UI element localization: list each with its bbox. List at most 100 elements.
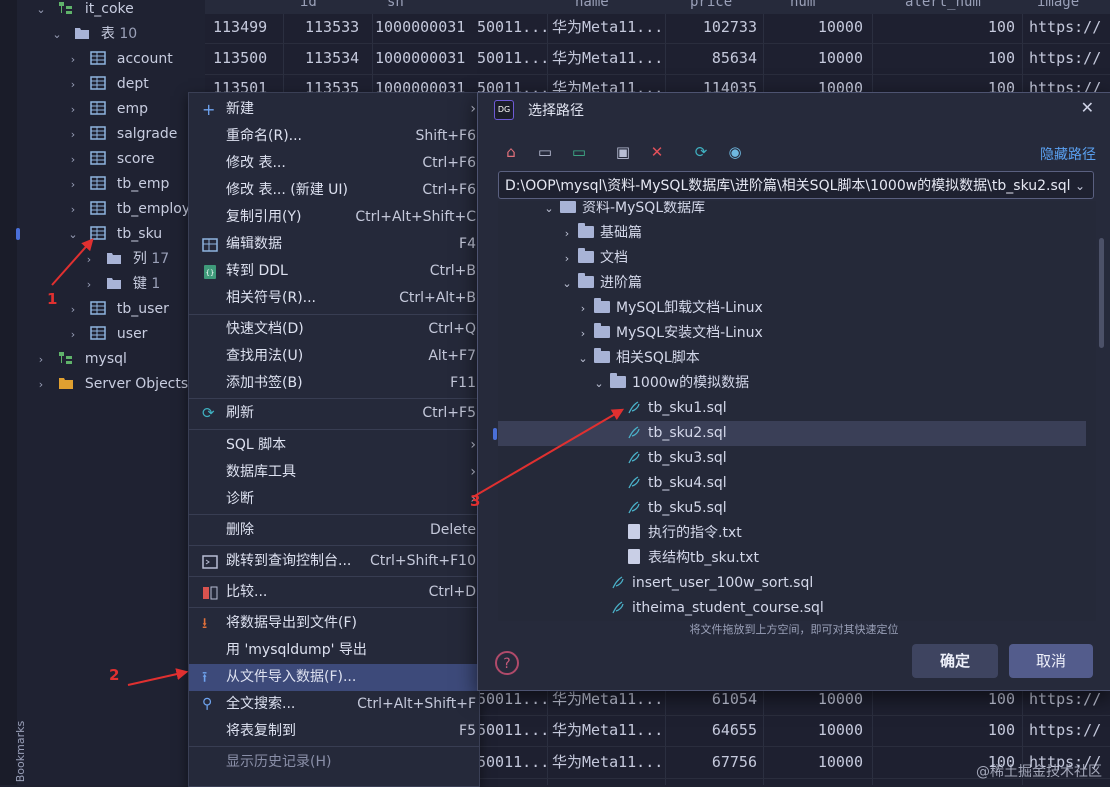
path-input[interactable]: D:\OOP\mysql\资料-MySQL数据库\进阶篇\相关SQL脚本\100… (498, 171, 1094, 199)
file-tree-file[interactable]: 表结构tb_sku.txt (626, 546, 759, 571)
column-header-sn[interactable]: sn (387, 0, 404, 10)
file-tree-file[interactable]: tb_sku1.sql (626, 396, 727, 421)
close-icon[interactable]: ✕ (1081, 98, 1094, 117)
console-icon (202, 555, 218, 569)
file-tree-file-selected[interactable]: tb_sku2.sql (498, 421, 1086, 446)
file-tree-folder[interactable]: ⌄ 相关SQL脚本 (576, 346, 700, 371)
file-tree-file[interactable]: 执行的指令.txt (626, 521, 742, 546)
menu-item-new[interactable]: + 新建 › (189, 96, 479, 123)
column-header-image[interactable]: image (1037, 0, 1079, 10)
file-tree-folder[interactable]: › 基础篇 (560, 221, 642, 246)
delete-icon[interactable]: ✕ (646, 141, 668, 163)
tree-node-label: salgrade (116, 126, 178, 142)
tree-node-it-coke[interactable]: ⌄ it_coke (34, 0, 133, 22)
hide-path-link[interactable]: 隐藏路径 (1040, 144, 1096, 164)
sql-file-icon (628, 426, 640, 439)
tree-node-columns[interactable]: › 列 17 (82, 247, 169, 272)
file-tree-folder[interactable]: › MySQL卸载文档-Linux (576, 296, 763, 321)
column-header-id[interactable]: id (300, 0, 317, 10)
help-button[interactable]: ? (495, 651, 519, 675)
tree-node-tb-employe[interactable]: › tb_employe (66, 197, 199, 222)
tree-node-tb-sku[interactable]: ⌄ tb_sku (66, 222, 162, 247)
file-tree-file[interactable]: itheima_student_course.sql (610, 596, 824, 621)
project-icon[interactable]: ▭ (568, 141, 590, 163)
menu-item-label: 重命名(R)... (226, 128, 303, 144)
folder-icon (578, 223, 594, 238)
menu-item-export-to-file[interactable]: ⭳ 将数据导出到文件(F) (189, 610, 479, 637)
grid-cell: https:// (1029, 721, 1102, 739)
refresh-icon[interactable]: ⟳ (690, 141, 712, 163)
chevron-down-icon[interactable]: ⌄ (1075, 172, 1085, 198)
column-header-num[interactable]: num (790, 0, 815, 10)
menu-item-import-from-file[interactable]: ⭱ 从文件导入数据(F)... (189, 664, 479, 691)
menu-item-sql-script[interactable]: SQL 脚本 › (189, 432, 479, 459)
menu-item-rename[interactable]: 重命名(R)... Shift+F6 (189, 123, 479, 150)
menu-item-shortcut: Ctrl+F6 (422, 182, 476, 198)
ok-button[interactable]: 确定 (912, 644, 998, 678)
grid-cell: 50011... (477, 753, 550, 771)
tree-node-tb-user[interactable]: › tb_user (66, 297, 169, 322)
tree-node-tables[interactable]: ⌄ 表 10 (50, 22, 137, 47)
file-tree-file[interactable]: tb_sku4.sql (626, 471, 727, 496)
tree-node-keys[interactable]: › 键 1 (82, 272, 160, 297)
file-tree-folder[interactable]: › 文档 (560, 246, 628, 271)
tree-node-emp[interactable]: › emp (66, 97, 148, 122)
tree-node-score[interactable]: › score (66, 147, 155, 172)
menu-item-modify-table-new-ui[interactable]: 修改 表... (新建 UI) Ctrl+F6 (189, 177, 479, 204)
tree-node-count: 10 (119, 26, 138, 42)
menu-item-jump-to-console[interactable]: 跳转到查询控制台... Ctrl+Shift+F10 (189, 548, 479, 575)
menu-item-shortcut: Delete (430, 522, 476, 538)
menu-item-add-bookmark[interactable]: 添加书签(B) F11 (189, 370, 479, 397)
menu-item-mysqldump-export[interactable]: 用 'mysqldump' 导出 (189, 637, 479, 664)
compare-icon (203, 586, 218, 600)
menu-item-edit-data[interactable]: 编辑数据 F4 (189, 231, 479, 258)
menu-item-label: 编辑数据 (226, 236, 282, 252)
menu-item-modify-table[interactable]: 修改 表... Ctrl+F6 (189, 150, 479, 177)
menu-item-quick-doc[interactable]: 快速文档(D) Ctrl+Q (189, 316, 479, 343)
file-tree-folder[interactable]: › MySQL安装文档-Linux (576, 321, 763, 346)
column-header-name[interactable]: name (575, 0, 609, 10)
menu-item-copy-reference[interactable]: 复制引用(Y) Ctrl+Alt+Shift+C (189, 204, 479, 231)
menu-item-compare[interactable]: 比较... Ctrl+D (189, 579, 479, 606)
menu-item-goto-ddl[interactable]: {} 转到 DDL Ctrl+B (189, 258, 479, 285)
file-tree-folder[interactable]: ⌄ 1000w的模拟数据 (592, 371, 749, 396)
chevron-down-icon: ⌄ (594, 377, 604, 390)
column-header-alert-num[interactable]: alert_num (905, 0, 981, 10)
menu-item-full-text-search[interactable]: ⚲ 全文搜索... Ctrl+Alt+Shift+F (189, 691, 479, 718)
table-row[interactable]: 113499 113533 1000000031 50011... 华为Meta… (205, 11, 1110, 44)
tree-node-account[interactable]: › account (66, 47, 173, 72)
tree-node-salgrade[interactable]: › salgrade (66, 122, 178, 147)
grid-cell: 50011... (477, 18, 550, 36)
tree-node-user[interactable]: › user (66, 322, 148, 347)
menu-item-copy-table-to[interactable]: 将表复制到 F5 (189, 718, 479, 745)
scrollbar-thumb[interactable] (1099, 238, 1104, 348)
home-icon[interactable]: ⌂ (500, 141, 522, 163)
menu-item-refresh[interactable]: ⟳ 刷新 Ctrl+F5 (189, 400, 479, 427)
tree-node-server-objects[interactable]: › Server Objects (34, 372, 188, 397)
table-row[interactable]: 113500 113534 1000000031 50011... 华为Meta… (205, 42, 1110, 75)
tree-node-label: emp (116, 101, 149, 117)
refresh-icon: ⟳ (202, 404, 215, 422)
menu-item-find-usages[interactable]: 查找用法(U) Alt+F7 (189, 343, 479, 370)
menu-item-database-tools[interactable]: 数据库工具 › (189, 459, 479, 486)
new-folder-icon[interactable]: ▣ (612, 141, 634, 163)
column-header-price[interactable]: price (690, 0, 732, 10)
menu-item-related-symbols[interactable]: 相关符号(R)... Ctrl+Alt+B (189, 285, 479, 312)
bookmarks-tab[interactable]: Bookmarks (14, 721, 27, 782)
desktop-icon[interactable]: ▭ (534, 141, 556, 163)
menu-item-show-history[interactable]: 显示历史记录(H) (189, 749, 479, 776)
file-tree-file[interactable]: tb_sku5.sql (626, 496, 727, 521)
tree-node-mysql[interactable]: › mysql (34, 347, 127, 372)
file-tree-file[interactable]: insert_user_100w_sort.sql (610, 571, 813, 596)
menu-item-label: 新建 (226, 101, 254, 117)
cancel-button[interactable]: 取消 (1009, 644, 1093, 678)
file-tree-folder[interactable]: ⌄ 进阶篇 (560, 271, 642, 296)
file-tree-folder[interactable]: ⌄ 资料-MySQL数据库 (542, 201, 705, 221)
show-hidden-icon[interactable]: ◉ (724, 141, 746, 163)
menu-item-delete[interactable]: 删除 Delete (189, 517, 479, 544)
tree-node-dept[interactable]: › dept (66, 72, 149, 97)
file-tree-file[interactable]: tb_sku3.sql (626, 446, 727, 471)
menu-item-diagnostics[interactable]: 诊断 › (189, 486, 479, 513)
selection-marker (493, 428, 497, 440)
tree-node-tb-emp[interactable]: › tb_emp (66, 172, 170, 197)
